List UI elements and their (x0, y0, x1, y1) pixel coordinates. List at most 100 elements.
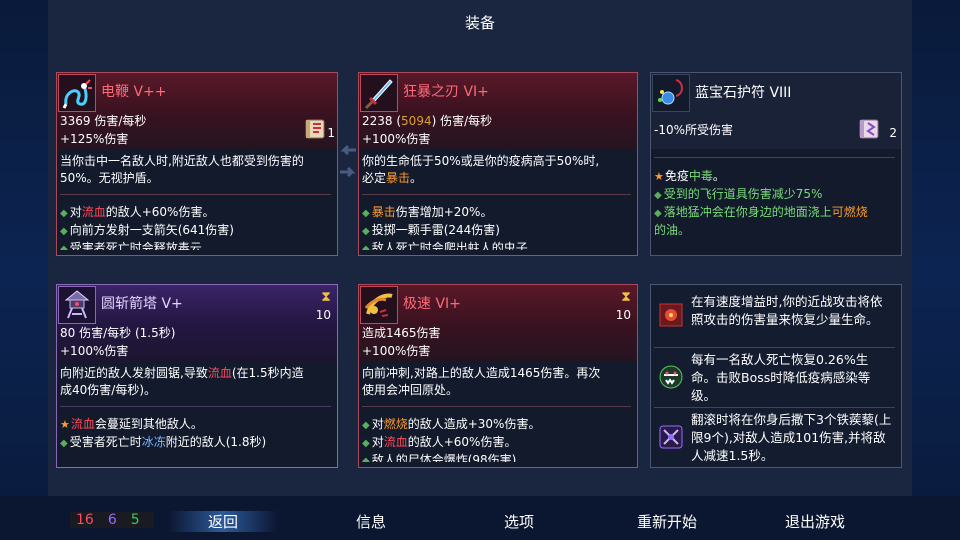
mutation-description: 每有一名敌人死亡恢复0.26%生 命。击败Boss时降低疫病感染等 级。 (691, 351, 897, 405)
bullet-diamond-icon: ◆ (362, 438, 370, 449)
affix-text: 附近的敌人(1.8秒) (165, 435, 267, 449)
bullet-diamond-icon: ◆ (362, 244, 370, 250)
mutation-row[interactable]: 每有一名敌人死亡恢复0.26%生 命。击败Boss时降低疫病感染等 级。 (655, 351, 897, 405)
mutation-line: 人减速1.5秒。 (691, 448, 774, 463)
cooldown-seconds: 10 (315, 308, 331, 322)
keyword-bleed: 流血 (70, 417, 95, 431)
affix-line: ◆ 受害者死亡时会释放毒云 (60, 240, 331, 250)
keyword-crit: 暴击 (386, 171, 411, 185)
amulet-slot[interactable]: 蓝宝石护符 VIII -10%所受伤害 2 ★免疫中毒。 ◆ 受到的飞行道具伤害减… (650, 72, 902, 256)
card-header: 圆斩箭塔 V+ ⧗ 10 (57, 285, 337, 325)
divider (60, 406, 331, 407)
item-affixes: ◆ 对流血的敌人+60%伤害。 ◆ 向前方发射一支箭矢(641伤害) ◆ 受害者死亡时… (60, 204, 331, 250)
item-name: 圆斩箭塔 V+ (101, 296, 183, 312)
back-button[interactable]: 返回 (168, 511, 278, 532)
dps-base: 2238 ( (362, 114, 402, 128)
left-backdrop (0, 0, 48, 540)
swap-arrows-icon[interactable] (338, 142, 358, 182)
options-button[interactable]: 选项 (464, 511, 574, 532)
info-button[interactable]: 信息 (316, 511, 426, 532)
affix-line: 的油。 (654, 222, 895, 240)
affix-text: 敌人死亡时会爬出蛀人的虫子 (371, 241, 528, 250)
desc-text: 。 (410, 171, 423, 185)
desc-line: 必定暴击。 (362, 170, 631, 187)
mutation-line: 每有一名敌人死亡恢复0.26%生 (691, 352, 869, 367)
quit-game-button[interactable]: 退出游戏 (760, 511, 870, 532)
affix-line: ◆ 对流血的敌人+60%伤害。 (60, 204, 331, 222)
item-damage-bonus: +100%伤害 (60, 344, 129, 358)
item-dps: 80 伤害/每秒 (1.5秒) (60, 326, 176, 340)
card-header: 电鞭 V++ (57, 73, 337, 113)
bullet-diamond-icon: ◆ (60, 226, 68, 237)
item-affixes: ★流血会蔓延到其他敌人。 ◆ 受害者死亡时冰冻附近的敌人(1.8秒) (60, 416, 331, 452)
dps-unit: ) 伤害/每秒 (431, 114, 493, 128)
bullet-diamond-icon: ◆ (362, 208, 370, 219)
bullet-diamond-icon: ◆ (60, 438, 68, 449)
bullet-diamond-icon: ◆ (654, 190, 662, 201)
mutation-roll-icon (655, 421, 687, 453)
item-damage-bonus: +100%伤害 (362, 132, 431, 146)
affix-line: ◆ 受害者死亡时冰冻附近的敌人(1.8秒) (60, 434, 331, 452)
item-stats: 2238 (5094) 伤害/每秒 +100%伤害 (359, 113, 637, 149)
bullet-diamond-icon: ◆ (362, 226, 370, 237)
desc-line: 使用会冲回原处。 (362, 383, 459, 397)
item-name: 电鞭 V++ (101, 84, 167, 100)
amulet-icon (652, 74, 690, 112)
mutation-description: 在有速度增益时,你的近战攻击将依 照攻击的伤害量来恢复少量生命。 (691, 293, 897, 329)
divider (362, 194, 631, 195)
speed-icon (360, 286, 398, 324)
desc-line: 50%。无视护盾。 (60, 171, 159, 185)
divider (654, 347, 895, 348)
mutation-necro-icon (655, 361, 687, 393)
item-affixes: ◆ 对燃烧的敌人造成+30%伤害。 ◆ 对流血的敌人+60%伤害。 ◆ 敌人的尸体会爆… (362, 416, 631, 462)
divider (654, 407, 895, 408)
desc-line: 向前冲刺,对路上的敌人造成1465伤害。再次 (362, 366, 601, 380)
mutation-line: 级。 (691, 388, 717, 403)
right-backdrop (912, 0, 960, 540)
item-damage-bonus: +125%伤害 (60, 132, 129, 146)
scroll-count: 1 (327, 126, 335, 140)
mutation-line: 命。击败Boss时降低疫病感染等 (691, 370, 871, 385)
mutation-row[interactable]: 翻滚时将在你身后撒下3个铁蒺藜(上 限9个),对敌人造成101伤害,并将敌 人减… (655, 411, 897, 465)
weapon-slot-secondary[interactable]: 狂暴之刃 VI+ 2238 (5094) 伤害/每秒 +100%伤害 你的生命低… (358, 72, 638, 256)
page-title: 装备 (464, 14, 495, 32)
affix-line: ◆ 敌人死亡时会爬出蛀人的虫子 (362, 240, 631, 250)
hourglass-icon: ⧗ (321, 289, 331, 305)
affix-text: 受害者死亡时会释放毒云 (69, 241, 202, 250)
mutation-row[interactable]: 在有速度增益时,你的近战攻击将依 照攻击的伤害量来恢复少量生命。 (655, 293, 897, 343)
survival-count: 5 (130, 512, 140, 528)
card-header: 狂暴之刃 VI+ (359, 73, 637, 113)
skill-slot-secondary[interactable]: 极速 VI+ ⧗ 10 造成1465伤害 +100%伤害 向前冲刺,对路上的敌人… (358, 284, 638, 468)
keyword-poison: 中毒 (688, 169, 713, 183)
affix-text: 落地猛冲会在你身边的地面浇上 (663, 205, 832, 219)
desc-line: 成40伤害/每秒)。 (60, 383, 156, 397)
mutation-line: 限9个),对敌人造成101伤害,并将敌 (691, 430, 886, 445)
skill-slot-primary[interactable]: 圆斩箭塔 V+ ⧗ 10 80 伤害/每秒 (1.5秒) +100%伤害 向附近… (56, 284, 338, 468)
keyword-bleed: 流血 (383, 435, 408, 449)
item-name: 极速 VI+ (403, 296, 461, 312)
affix-line: ◆ 投掷一颗手雷(244伤害) (362, 222, 631, 240)
weapon-slot-primary[interactable]: 电鞭 V++ 3369 伤害/每秒 +125%伤害 1 当你击中一名敌人时,附近… (56, 72, 338, 256)
mutation-line: 在有速度增益时,你的近战攻击将依 (691, 294, 883, 309)
bullet-diamond-icon: ◆ (654, 208, 662, 219)
scroll-icon (857, 115, 883, 143)
mutation-line: 照攻击的伤害量来恢复少量生命。 (691, 312, 879, 327)
affix-line: ◆ 对燃烧的敌人造成+30%伤害。 (362, 416, 631, 434)
restart-button[interactable]: 重新开始 (612, 511, 722, 532)
affix-text: 伤害增加+20%。 (395, 205, 493, 219)
item-description: 向附近的敌人发射圆锯,导致流血(在1.5秒内造 成40伤害/每秒)。 (60, 365, 331, 399)
keyword-bleed: 流血 (81, 205, 106, 219)
item-stats: 3369 伤害/每秒 +125%伤害 (57, 113, 337, 149)
affix-text: 的敌人+60%伤害。 (105, 205, 215, 219)
affix-line: ◆ 对流血的敌人+60%伤害。 (362, 434, 631, 452)
keyword-bleed: 流血 (207, 366, 232, 380)
scroll-counters: 16 6 5 (70, 512, 154, 528)
affix-line: ◆ 敌人的尸体会爆炸(98伤害) (362, 452, 631, 462)
affix-text: 免疫 (664, 169, 689, 183)
item-damage: 造成1465伤害 (362, 326, 441, 340)
tactics-count: 6 (107, 512, 117, 528)
desc-line: 当你击中一名敌人时,附近敌人也都受到伤害的 (60, 154, 304, 168)
affix-text: 受害者死亡时 (69, 435, 142, 449)
affix-line: ◆ 向前方发射一支箭矢(641伤害) (60, 222, 331, 240)
dps-crit: 5094 (401, 114, 432, 128)
